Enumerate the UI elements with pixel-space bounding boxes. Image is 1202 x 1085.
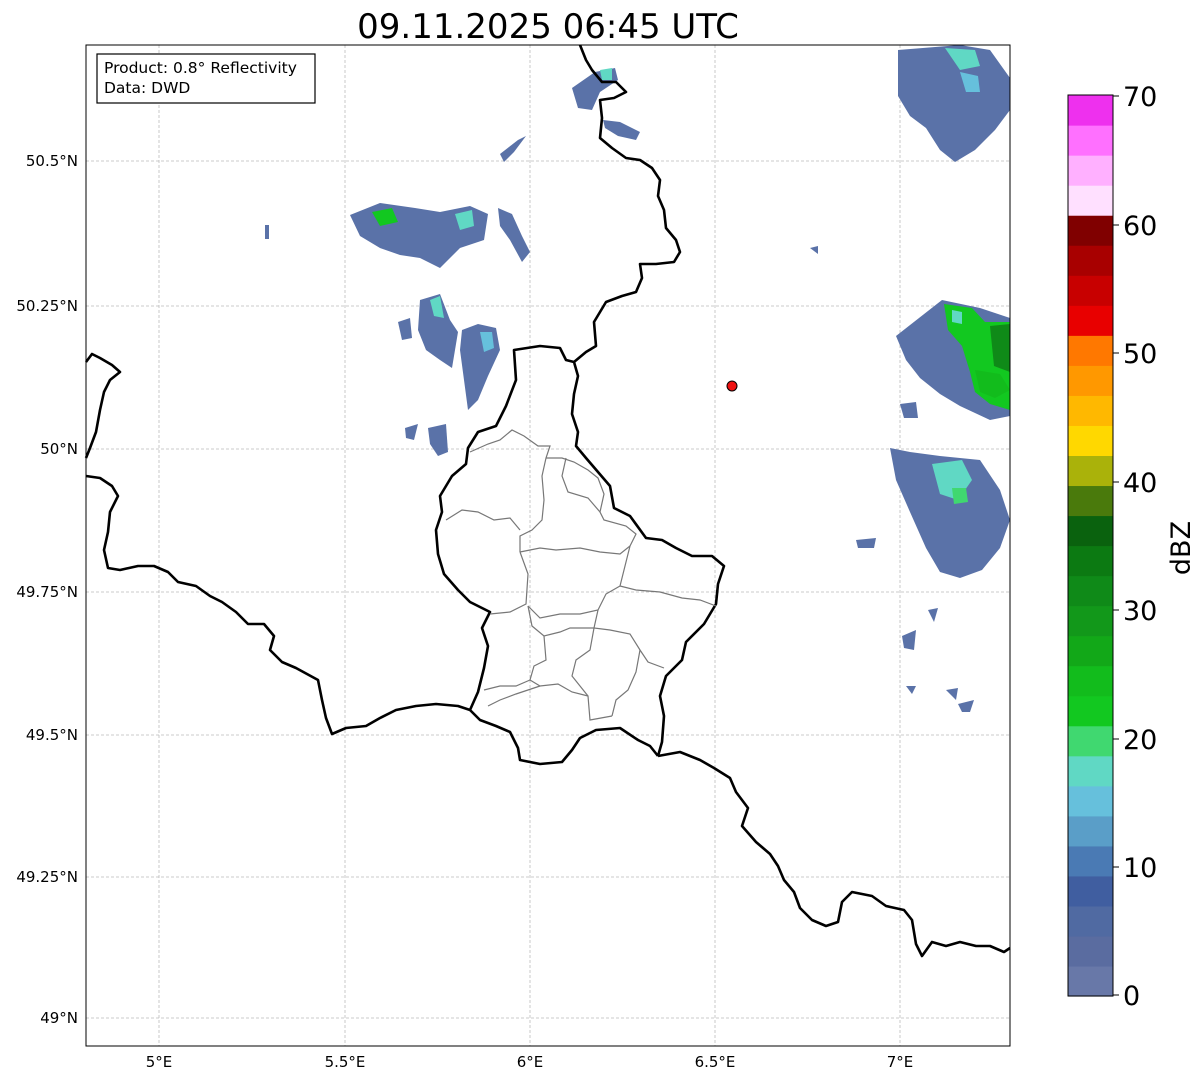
y-tick-label: 50.25°N [16, 297, 78, 315]
map-title: 09.11.2025 06:45 UTC [357, 7, 739, 47]
colorbar-label: dBZ [1166, 521, 1197, 575]
colorbar-band [1068, 635, 1113, 667]
y-tick-label: 49.75°N [16, 583, 78, 601]
y-tick-label: 50.5°N [26, 152, 78, 170]
colorbar-band [1068, 125, 1113, 156]
colorbar-band [1068, 305, 1113, 336]
colorbar-band [1068, 725, 1113, 757]
colorbar-band [1068, 755, 1113, 787]
y-tick-label: 49°N [40, 1009, 78, 1027]
x-axis-ticks: 5°E 5.5°E 6°E 6.5°E 7°E [146, 1053, 914, 1071]
x-tick-label: 5.5°E [325, 1053, 366, 1071]
colorbar-band [1068, 845, 1113, 877]
colorbar-band [1068, 335, 1113, 366]
colorbar-band [1068, 605, 1113, 637]
colorbar-band [1068, 455, 1113, 487]
colorbar-band [1068, 425, 1113, 456]
colorbar-tick-label: 50 [1123, 339, 1157, 370]
x-tick-label: 5°E [146, 1053, 173, 1071]
y-tick-label: 50°N [40, 440, 78, 458]
colorbar-band [1068, 965, 1113, 997]
data-source-label: Data: DWD [104, 79, 190, 97]
colorbar-band [1068, 875, 1113, 907]
colorbar-band [1068, 665, 1113, 697]
colorbar-band [1068, 695, 1113, 727]
x-tick-label: 6°E [517, 1053, 544, 1071]
colorbar-tick-label: 10 [1123, 853, 1157, 884]
colorbar-band [1068, 815, 1113, 847]
colorbar-tick-label: 0 [1123, 981, 1140, 1012]
colorbar-band [1068, 365, 1113, 396]
y-axis-ticks: 50.5°N 50.25°N 50°N 49.75°N 49.5°N 49.25… [16, 152, 78, 1027]
colorbar-band [1068, 155, 1113, 186]
colorbar-band [1068, 785, 1113, 817]
colorbar-band [1068, 245, 1113, 276]
product-info-box: Product: 0.8° Reflectivity Data: DWD [96, 53, 316, 104]
radar-site-marker [726, 380, 738, 392]
colorbar-band [1068, 275, 1113, 306]
colorbar-tick-label: 30 [1123, 596, 1157, 627]
colorbar-band [1068, 485, 1113, 517]
colorbar-band [1068, 95, 1113, 126]
colorbar-tick-label: 20 [1123, 725, 1157, 756]
colorbar-band [1068, 905, 1113, 937]
radar-map-figure: 09.11.2025 06:45 UTC Product: 0.8° Refle… [0, 0, 1202, 1081]
colorbar: 70 60 50 40 30 20 10 0 dBZ [1067, 82, 1197, 1012]
colorbar-band [1068, 515, 1113, 547]
x-tick-label: 6.5°E [695, 1053, 736, 1071]
colorbar-band [1068, 935, 1113, 967]
y-tick-label: 49.5°N [26, 726, 78, 744]
colorbar-tick-label: 60 [1123, 211, 1157, 242]
x-tick-label: 7°E [887, 1053, 914, 1071]
colorbar-ticks [1113, 95, 1119, 996]
colorbar-band [1068, 185, 1113, 216]
colorbar-band [1068, 545, 1113, 577]
map-plot-area [84, 44, 1011, 1047]
colorbar-band [1068, 395, 1113, 426]
colorbar-tick-label: 70 [1123, 82, 1157, 113]
colorbar-tick-label: 40 [1123, 468, 1157, 499]
product-label: Product: 0.8° Reflectivity [104, 59, 297, 77]
colorbar-bands [1068, 95, 1113, 997]
colorbar-band [1068, 215, 1113, 246]
colorbar-band [1068, 575, 1113, 607]
y-tick-label: 49.25°N [16, 868, 78, 886]
